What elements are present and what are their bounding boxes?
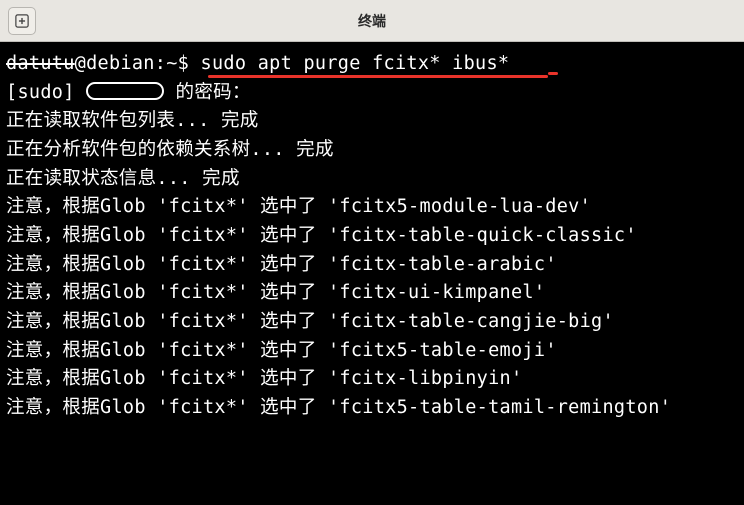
notice-line: 注意，根据Glob 'fcitx*' 选中了 'fcitx-table-cang…: [6, 308, 738, 337]
plus-icon: [15, 14, 29, 28]
output-line: 正在读取软件包列表... 完成: [6, 107, 738, 136]
notice-line: 注意，根据Glob 'fcitx*' 选中了 'fcitx5-module-lu…: [6, 193, 738, 222]
command-text: sudo apt purge fcitx* ibus*: [201, 53, 510, 74]
annotation-underline: [208, 75, 548, 78]
annotation-underline-tail: [548, 72, 558, 75]
terminal-content[interactable]: datutu@debian:~$ sudo apt purge fcitx* i…: [0, 42, 744, 505]
prompt-dollar: $: [178, 53, 201, 74]
titlebar: 终端: [0, 0, 744, 42]
redacted-username: [86, 82, 164, 100]
notice-line: 注意，根据Glob 'fcitx*' 选中了 'fcitx5-table-tam…: [6, 394, 738, 423]
output-line: 正在分析软件包的依赖关系树... 完成: [6, 136, 738, 165]
notice-line: 注意，根据Glob 'fcitx*' 选中了 'fcitx-table-arab…: [6, 251, 738, 280]
notice-line: 注意，根据Glob 'fcitx*' 选中了 'fcitx5-table-emo…: [6, 337, 738, 366]
prompt-at: @: [75, 53, 86, 74]
window-title: 终端: [358, 11, 386, 31]
prompt-host: debian: [86, 53, 155, 74]
terminal-window: 终端 datutu@debian:~$ sudo apt purge fcitx…: [0, 0, 744, 505]
prompt-path: ~: [166, 53, 177, 74]
prompt-user: datutu: [6, 53, 75, 74]
new-tab-button[interactable]: [8, 7, 36, 35]
output-line: 正在读取状态信息... 完成: [6, 165, 738, 194]
notice-line: 注意，根据Glob 'fcitx*' 选中了 'fcitx-libpinyin': [6, 365, 738, 394]
notice-line: 注意，根据Glob 'fcitx*' 选中了 'fcitx-ui-kimpane…: [6, 279, 738, 308]
sudo-password-line: [sudo] 的密码：: [6, 79, 738, 108]
notice-line: 注意，根据Glob 'fcitx*' 选中了 'fcitx-table-quic…: [6, 222, 738, 251]
